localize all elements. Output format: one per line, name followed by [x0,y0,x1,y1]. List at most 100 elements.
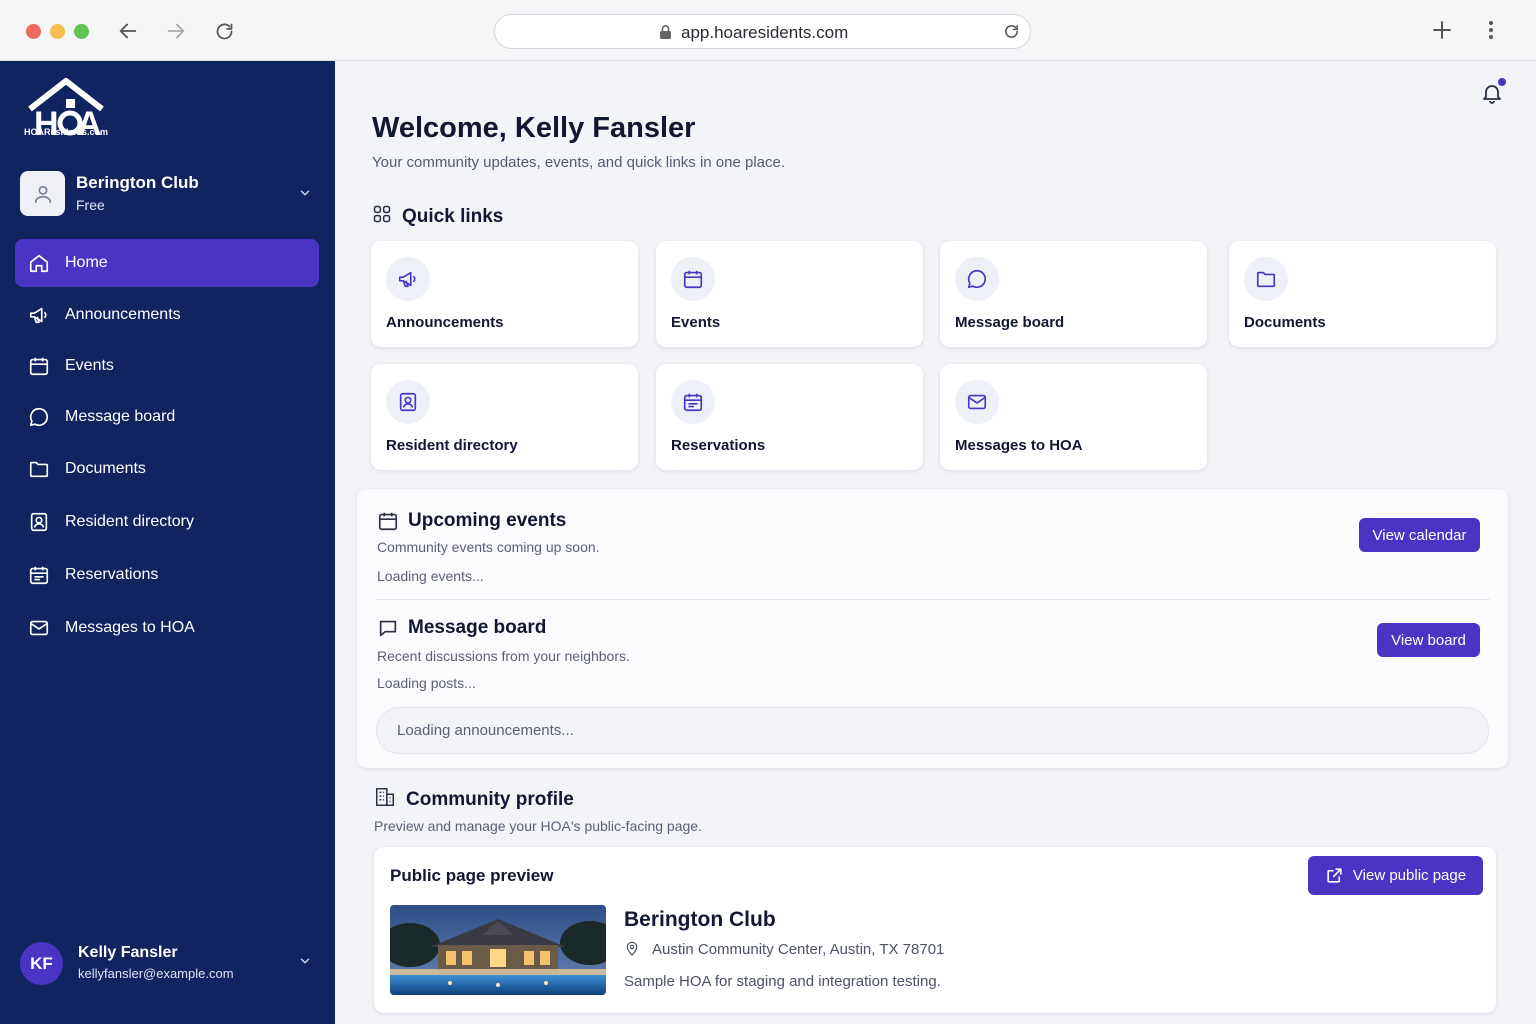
chat-bubble-icon [955,257,999,301]
community-profile-subtitle: Preview and manage your HOA's public-fac… [374,818,702,834]
page-subtitle: Your community updates, events, and quic… [372,154,786,171]
avatar: KF [20,942,63,985]
sidebar-item-home[interactable]: Home [15,239,319,287]
user-name: Kelly Fansler [78,944,178,961]
sidebar: H A HOAResidents.com Berington Club Free… [0,61,335,1024]
lock-icon [659,24,672,45]
user-menu[interactable]: KF Kelly Fansler kellyfansler@example.co… [20,942,320,990]
divider [377,599,1490,600]
posts-loading-text: Loading posts... [377,675,476,691]
url-text: app.hoaresidents.com [681,23,849,42]
quick-links-header: Quick links [372,204,503,229]
community-name: Berington Club [624,908,776,931]
quick-link-resident-directory[interactable]: Resident directory [371,364,638,470]
quick-link-reservations[interactable]: Reservations [656,364,923,470]
upcoming-events-subtitle: Community events coming up soon. [377,539,600,555]
quick-link-label: Message board [955,314,1065,331]
sidebar-item-label: Events [65,357,114,374]
quick-link-events[interactable]: Events [656,241,923,347]
envelope-icon [955,380,999,424]
organization-avatar [20,171,65,216]
public-page-preview-card: Public page preview View public page Ber… [374,847,1496,1013]
view-public-page-button[interactable]: View public page [1308,856,1483,895]
events-loading-text: Loading events... [377,568,484,584]
quick-link-announcements[interactable]: Announcements [371,241,638,347]
sidebar-item-resident-directory[interactable]: Resident directory [15,498,319,546]
clubhouse-photo [390,905,606,995]
contact-card-icon [386,380,430,424]
browser-toolbar: app.hoaresidents.com [0,0,1536,61]
minimize-window-button[interactable] [50,24,65,39]
organization-plan: Free [76,197,105,213]
folder-icon [28,458,50,480]
home-icon [28,252,50,274]
message-board-subtitle: Recent discussions from your neighbors. [377,648,630,664]
megaphone-icon [28,304,50,326]
activity-panel: Upcoming events Community events coming … [357,489,1508,768]
sidebar-item-label: Documents [65,460,146,477]
page-title: Welcome, Kelly Fansler [372,112,696,144]
chat-bubble-icon [377,617,399,644]
community-profile-header: Community profile [374,786,574,813]
forward-arrow-icon[interactable] [163,18,189,44]
reload-icon[interactable] [211,18,237,44]
quick-link-label: Events [671,314,721,331]
grid-icon [372,204,392,229]
announcements-loading-bar: Loading announcements... [376,707,1489,754]
building-icon [374,786,396,813]
location-pin-icon [624,940,640,958]
calendar-icon [671,257,715,301]
sidebar-item-label: Announcements [65,306,181,323]
new-tab-plus-icon[interactable] [1430,18,1454,47]
contact-card-icon [28,511,50,533]
sidebar-item-label: Messages to HOA [65,619,195,636]
view-public-page-label: View public page [1352,867,1467,884]
megaphone-icon [386,257,430,301]
back-arrow-icon[interactable] [115,18,141,44]
chevron-down-icon[interactable] [298,186,312,205]
sidebar-item-announcements[interactable]: Announcements [15,291,319,339]
quick-link-label: Reservations [671,437,766,454]
external-link-icon [1325,866,1344,885]
sidebar-item-documents[interactable]: Documents [15,445,319,493]
sidebar-item-label: Home [65,254,108,271]
notifications-bell-icon[interactable] [1480,78,1506,105]
view-board-button[interactable]: View board [1377,623,1480,657]
public-page-preview-title: Public page preview [390,866,554,885]
notification-badge [1498,78,1506,86]
address-bar[interactable]: app.hoaresidents.com [494,14,1031,49]
quick-link-messages-to-hoa[interactable]: Messages to HOA [940,364,1207,470]
quick-link-label: Announcements [386,314,504,331]
maximize-window-button[interactable] [74,24,89,39]
chevron-down-icon[interactable] [298,954,312,973]
more-options-icon[interactable] [1479,18,1503,47]
quick-link-message-board[interactable]: Message board [940,241,1207,347]
sidebar-item-label: Message board [65,408,176,425]
calendar-icon [377,510,399,537]
user-email: kellyfansler@example.com [78,966,234,981]
quick-links-title: Quick links [402,205,504,227]
sidebar-item-messages-to-hoa[interactable]: Messages to HOA [15,604,319,652]
main-content: Welcome, Kelly Fansler Your community up… [335,61,1536,1024]
envelope-icon [28,617,50,639]
sidebar-item-message-board[interactable]: Message board [15,393,319,441]
page-reload-icon[interactable] [1003,23,1020,45]
sidebar-item-events[interactable]: Events [15,342,319,390]
close-window-button[interactable] [26,24,41,39]
calendar-icon [28,355,50,377]
community-profile-title: Community profile [406,788,574,810]
community-description: Sample HOA for staging and integration t… [624,973,941,990]
logo-caption: HOAResidents.com [24,127,109,137]
sidebar-item-reservations[interactable]: Reservations [15,551,319,599]
calendar-list-icon [671,380,715,424]
sidebar-item-label: Resident directory [65,513,194,530]
announcements-loading-text: Loading announcements... [397,722,574,739]
quick-link-documents[interactable]: Documents [1229,241,1496,347]
organization-name: Berington Club [76,173,199,192]
view-calendar-button[interactable]: View calendar [1359,518,1480,552]
chat-bubble-icon [28,406,50,428]
organization-switcher[interactable]: Berington Club Free [20,170,320,218]
message-board-title: Message board [408,617,547,638]
calendar-list-icon [28,564,50,586]
community-address: Austin Community Center, Austin, TX 7870… [624,940,944,958]
